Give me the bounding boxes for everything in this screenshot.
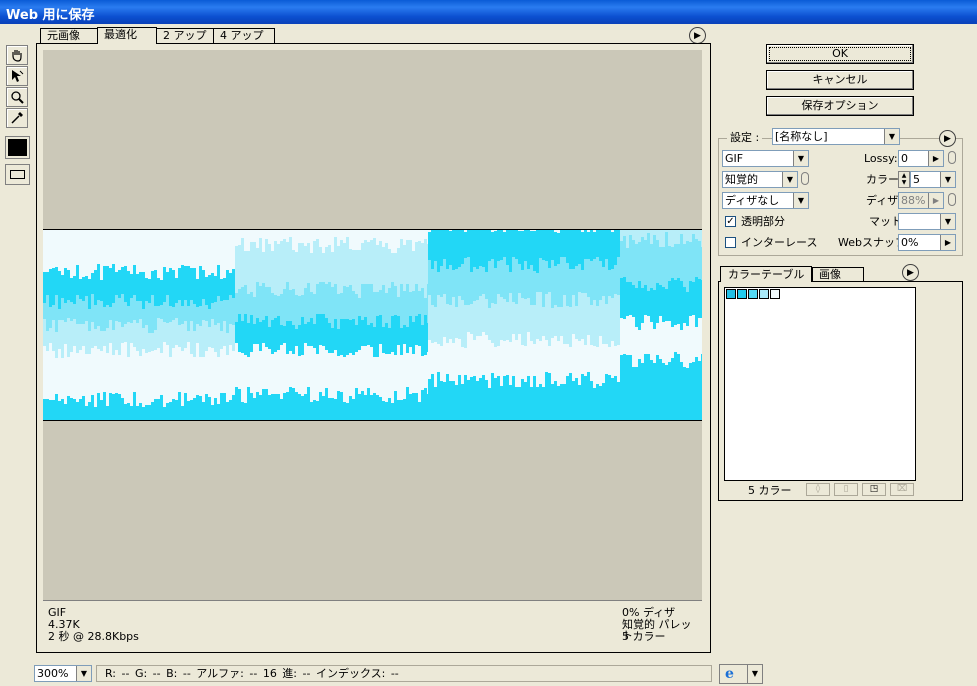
color-swatch[interactable] [737,289,747,299]
pixel-info-bar: R: -- G: -- B: -- アルファ: -- 16 進: -- インデッ… [96,665,712,682]
preset-select[interactable]: [名称なし] ▼ [772,128,900,145]
info-dither: 0% ディザ [622,606,676,619]
browser-preview-button[interactable]: e ▼ [719,664,763,684]
preview-menu-icon[interactable]: ▶ [689,27,706,44]
color-swatch[interactable] [759,289,769,299]
reduction-select[interactable]: 知覚的 ▼ [722,171,798,188]
dither-label: ディザ: [866,194,902,207]
color-count: 5 カラー [748,484,792,497]
interlace-label: インターレース [741,236,818,249]
chevron-down-icon: ▼ [793,193,808,208]
new-color-icon[interactable]: ◳ [862,483,886,496]
eyedropper-color-swatch[interactable] [5,136,30,159]
transparency-label: 透明部分 [741,215,785,228]
zoom-tool-icon[interactable] [6,87,28,107]
settings-menu-icon[interactable]: ▶ [939,130,956,147]
tab-2up[interactable]: 2 アップ [156,28,214,43]
info-format: GIF [48,606,67,619]
chevron-down-icon: ▼ [884,129,899,144]
tab-color-table[interactable]: カラーテーブル [720,266,812,282]
info-download-time: 2 秒 @ 28.8Kbps [48,630,139,643]
color-swatch[interactable] [770,289,780,299]
chevron-right-icon: ▶ [928,151,943,166]
trash-icon[interactable]: ⌧ [890,483,914,496]
lossy-value: 0 [901,152,908,165]
color-swatch[interactable] [748,289,758,299]
chevron-down-icon: ▼ [76,666,91,681]
lock-icon[interactable]: ▯ [834,483,858,496]
web-shift-icon[interactable]: ◊ [806,483,830,496]
lossy-mask-icon[interactable] [948,151,956,164]
preset-value: [名称なし] [775,130,828,143]
window-title: Web 用に保存 [6,8,95,23]
format-value: GIF [725,152,744,165]
websnap-input[interactable]: 0% ▶ [898,234,956,251]
ok-button[interactable]: OK [766,44,914,64]
dither-value: 88% [901,194,926,207]
tab-4up[interactable]: 4 アップ [213,28,275,43]
lossy-input[interactable]: 0 ▶ [898,150,944,167]
transparency-checkbox[interactable]: ✓ [725,216,736,227]
image-pattern [43,230,702,420]
zoom-value: 300% [37,667,69,680]
tab-image-size[interactable]: 画像 [812,267,864,281]
color-table-menu-icon[interactable]: ▶ [902,264,919,281]
info-colors: 5 カラー [622,630,666,643]
title-bar [0,0,977,24]
info-size: 4.37K [48,618,80,631]
colors-value: 5 [913,173,920,186]
tab-original[interactable]: 元画像 [40,28,98,43]
dither-algorithm-value: ディザなし [725,194,780,207]
websnap-value: 0% [901,236,919,249]
reduction-value: 知覚的 [725,173,758,186]
chevron-down-icon: ▼ [940,214,955,229]
internet-explorer-icon: e [725,666,734,682]
cancel-button[interactable]: キャンセル [766,70,914,90]
optimized-image [43,229,702,421]
dither-mask-icon[interactable] [948,193,956,206]
image-info-panel: GIF 4.37K 2 秒 @ 28.8Kbps 0% ディザ 知覚的 パレット… [43,600,702,652]
chevron-right-icon: ▶ [940,235,955,250]
hand-tool-icon[interactable] [6,45,28,65]
toolbox [5,44,31,132]
color-swatch[interactable] [726,289,736,299]
tab-optimized[interactable]: 最適化 [97,27,157,44]
lossy-label: Lossy: [864,152,898,165]
dither-input[interactable]: 88% ▶ [898,192,944,209]
chevron-down-icon: ▼ [940,172,955,187]
chevron-down-icon: ▼ [782,172,797,187]
chevron-down-icon: ▼ [747,665,762,683]
interlace-checkbox[interactable] [725,237,736,248]
toggle-slices-button[interactable] [5,164,30,185]
matte-select[interactable]: ▼ [898,213,956,230]
format-select[interactable]: GIF ▼ [722,150,809,167]
color-table-grid[interactable] [724,287,916,481]
slice-select-tool-icon[interactable] [6,66,28,86]
chevron-down-icon: ▼ [793,151,808,166]
settings-label: 設定 : [727,131,763,145]
colors-stepper[interactable]: ▲ ▼ [898,171,910,188]
save-options-button[interactable]: 保存オプション [766,96,914,116]
reduction-mask-icon[interactable] [801,172,809,185]
chevron-right-icon: ▶ [928,193,943,208]
eyedropper-tool-icon[interactable] [6,108,28,128]
zoom-select[interactable]: 300% ▼ [34,665,92,682]
dither-algorithm-select[interactable]: ディザなし ▼ [722,192,809,209]
colors-input[interactable]: 5 ▼ [910,171,956,188]
